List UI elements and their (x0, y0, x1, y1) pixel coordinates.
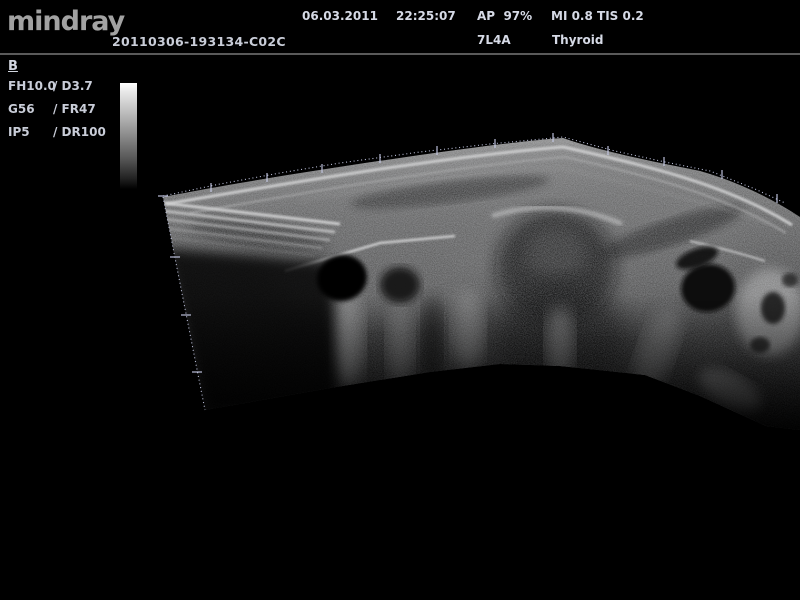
ultrasound-image-display (0, 0, 800, 600)
ultrasound-screen: mindray 20110306-193134-C02C 06.03.2011 … (0, 0, 800, 600)
ultrasound-tissue-image (160, 120, 800, 450)
